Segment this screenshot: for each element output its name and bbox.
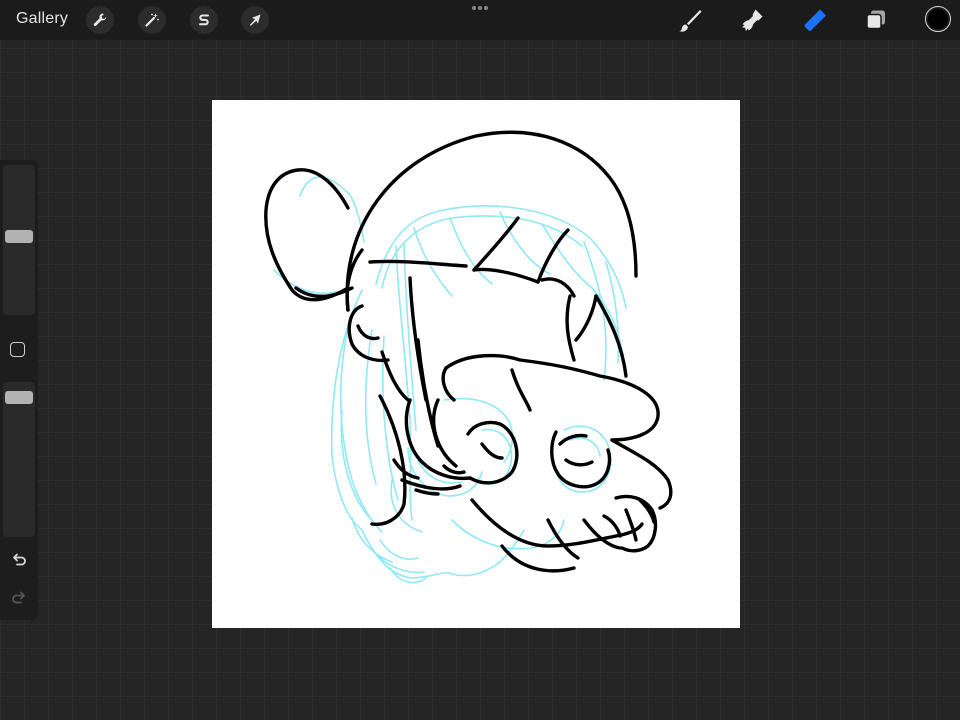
sketch-layer xyxy=(273,176,627,584)
drawing-canvas[interactable] xyxy=(212,100,740,628)
lineart-layer xyxy=(264,130,673,573)
actions-button[interactable] xyxy=(86,6,114,34)
left-sidebar xyxy=(0,160,38,620)
redo-icon xyxy=(12,591,25,604)
top-toolbar: Gallery xyxy=(0,0,960,40)
redo-button[interactable] xyxy=(8,587,30,609)
three-dots-icon[interactable] xyxy=(470,3,490,13)
brush-tool[interactable] xyxy=(675,5,705,35)
eraser-icon xyxy=(804,9,826,31)
selection-s-icon xyxy=(199,14,209,26)
modify-button[interactable] xyxy=(10,342,25,357)
opacity-slider[interactable] xyxy=(3,382,35,537)
eraser-tool[interactable] xyxy=(800,5,830,35)
gallery-button[interactable]: Gallery xyxy=(16,10,68,28)
layers-button[interactable] xyxy=(861,5,891,35)
smudge-tool[interactable] xyxy=(737,5,767,35)
transform-button[interactable] xyxy=(241,6,269,34)
wrench-icon xyxy=(93,13,107,27)
magic-wand-icon xyxy=(145,13,159,27)
brush-size-slider[interactable] xyxy=(3,165,35,315)
undo-button[interactable] xyxy=(8,549,30,571)
brush-icon xyxy=(679,10,702,32)
selection-button[interactable] xyxy=(190,6,218,34)
artwork xyxy=(264,130,673,584)
color-picker-button[interactable] xyxy=(925,6,951,32)
undo-icon xyxy=(13,553,26,566)
brush-size-thumb[interactable] xyxy=(5,229,33,243)
opacity-thumb[interactable] xyxy=(5,390,33,404)
smudge-icon xyxy=(742,9,763,32)
adjustments-button[interactable] xyxy=(138,6,166,34)
current-color xyxy=(928,9,948,29)
layers-icon xyxy=(866,10,885,30)
arrow-cursor-icon xyxy=(249,14,261,26)
